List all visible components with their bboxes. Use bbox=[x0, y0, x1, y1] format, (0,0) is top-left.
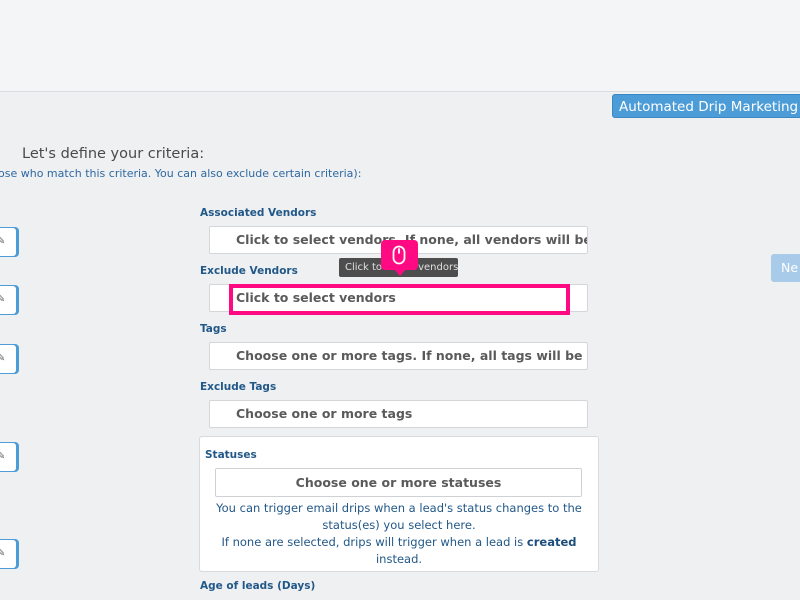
edit-button[interactable]: ✎ bbox=[0, 539, 17, 569]
exclude-vendors-label: Exclude Vendors bbox=[200, 265, 298, 277]
click-target-highlight bbox=[229, 284, 570, 315]
edit-button[interactable]: ✎ bbox=[0, 285, 17, 315]
statuses-label: Statuses bbox=[205, 449, 257, 461]
mouse-click-marker bbox=[381, 240, 418, 276]
criteria-heading: Let's define your criteria: bbox=[22, 146, 205, 162]
pencil-icon: ✎ bbox=[0, 236, 6, 247]
criteria-subheading: ose who match this criteria. You can als… bbox=[0, 167, 362, 180]
exclude-tags-label: Exclude Tags bbox=[200, 381, 277, 393]
statuses-help-pre: If none are selected, drips will trigger… bbox=[221, 535, 527, 549]
next-button[interactable]: Ne bbox=[771, 254, 800, 282]
exclude-tags-select[interactable]: Choose one or more tags bbox=[209, 400, 588, 428]
statuses-select[interactable]: Choose one or more statuses bbox=[215, 468, 582, 497]
statuses-help-post: instead. bbox=[375, 552, 423, 566]
associated-vendors-label: Associated Vendors bbox=[200, 207, 317, 219]
statuses-help-line2: If none are selected, drips will trigger… bbox=[210, 534, 588, 568]
edit-button[interactable]: ✎ bbox=[0, 227, 17, 257]
pencil-icon: ✎ bbox=[0, 353, 6, 364]
statuses-help-bold: created bbox=[526, 535, 577, 549]
top-bar bbox=[0, 0, 800, 92]
mouse-icon bbox=[392, 245, 406, 265]
app-title-badge: Automated Drip Marketing E bbox=[612, 94, 800, 118]
statuses-help-line1: You can trigger email drips when a lead'… bbox=[216, 501, 582, 532]
pencil-icon: ✎ bbox=[0, 294, 6, 305]
edit-button[interactable]: ✎ bbox=[0, 442, 17, 472]
statuses-panel: Statuses Choose one or more statuses You… bbox=[199, 436, 599, 572]
edit-button[interactable]: ✎ bbox=[0, 344, 17, 374]
tags-select[interactable]: Choose one or more tags. If none, all ta… bbox=[209, 342, 588, 370]
age-of-leads-label: Age of leads (Days) bbox=[200, 580, 316, 592]
statuses-help-text: You can trigger email drips when a lead'… bbox=[210, 500, 588, 568]
tags-label: Tags bbox=[200, 323, 227, 335]
pencil-icon: ✎ bbox=[0, 451, 6, 462]
pencil-icon: ✎ bbox=[0, 548, 6, 559]
